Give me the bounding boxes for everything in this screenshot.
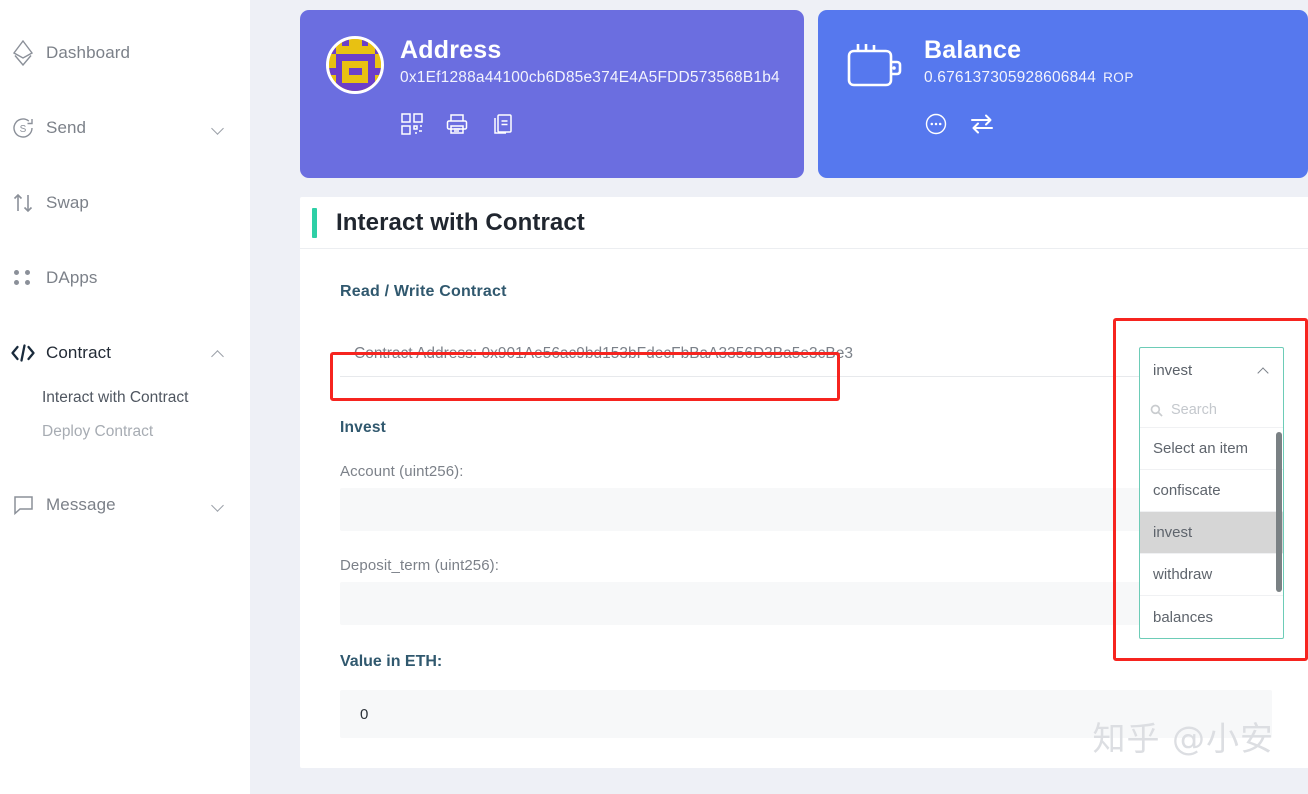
more-options-icon[interactable] bbox=[924, 112, 948, 136]
sidebar-item-message[interactable]: Message bbox=[0, 488, 250, 522]
method-dropdown[interactable]: invest Search Select an item confiscate … bbox=[1139, 347, 1284, 639]
method-dropdown-toggle[interactable]: invest bbox=[1140, 348, 1283, 393]
balance-unit: ROP bbox=[1103, 70, 1134, 85]
dropdown-option[interactable]: confiscate bbox=[1140, 470, 1283, 512]
sidebar-item-contract[interactable]: Contract bbox=[0, 336, 250, 370]
code-brackets-icon bbox=[0, 343, 46, 363]
sidebar-item-label: Dashboard bbox=[46, 43, 226, 63]
dropdown-option[interactable]: withdraw bbox=[1140, 554, 1283, 596]
contract-address-input[interactable]: Contract Address: 0x901Ae56ac9bd153bFdec… bbox=[340, 332, 1272, 377]
deposit-term-input[interactable] bbox=[340, 582, 1272, 625]
chevron-down-icon[interactable] bbox=[212, 121, 226, 135]
dropdown-option[interactable]: invest bbox=[1140, 512, 1283, 554]
chevron-up-icon[interactable] bbox=[212, 346, 226, 360]
field-label: Deposit_term (uint256): bbox=[340, 557, 1272, 574]
sidebar-item-label: Send bbox=[46, 118, 212, 138]
chevron-up-icon bbox=[1259, 365, 1270, 376]
balance-value-row: 0.676137305928606844 ROP bbox=[924, 69, 1134, 87]
sidebar-subitem-deploy-contract[interactable]: Deploy Contract bbox=[0, 415, 250, 449]
dropdown-option[interactable]: balances bbox=[1140, 596, 1283, 638]
balance-card-actions bbox=[924, 112, 1134, 136]
ethereum-diamond-icon bbox=[0, 40, 46, 66]
method-param-account: Account (uint256): bbox=[340, 463, 1272, 531]
value-in-eth-label: Value in ETH: bbox=[340, 653, 1272, 671]
search-placeholder: Search bbox=[1171, 402, 1217, 418]
balance-card-title: Balance bbox=[924, 36, 1134, 65]
send-circle-arrow-icon: S bbox=[0, 116, 46, 140]
sidebar-item-label: Swap bbox=[46, 193, 226, 213]
address-card-actions bbox=[400, 112, 780, 136]
qr-code-icon[interactable] bbox=[400, 112, 424, 136]
balance-card: Balance 0.676137305928606844 ROP bbox=[818, 10, 1308, 178]
accent-bar bbox=[312, 208, 317, 238]
field-label: Account (uint256): bbox=[340, 463, 1272, 480]
method-dropdown-selected-label: invest bbox=[1153, 362, 1192, 379]
swap-arrows-icon bbox=[0, 191, 46, 215]
panel-header: Interact with Contract bbox=[300, 197, 1308, 249]
sidebar-item-dashboard[interactable]: Dashboard bbox=[0, 36, 250, 70]
sidebar-item-swap[interactable]: Swap bbox=[0, 186, 250, 220]
watermark: 知乎 @小安 bbox=[1093, 712, 1275, 760]
sidebar-item-label: DApps bbox=[46, 268, 226, 288]
exchange-icon[interactable] bbox=[969, 112, 995, 136]
method-dropdown-search[interactable]: Search bbox=[1140, 393, 1283, 428]
dropdown-scrollbar[interactable] bbox=[1276, 432, 1282, 592]
sidebar-item-label: Message bbox=[46, 495, 212, 515]
search-icon bbox=[1150, 404, 1163, 417]
chevron-down-icon[interactable] bbox=[212, 498, 226, 512]
page-title: Interact with Contract bbox=[336, 209, 585, 237]
address-value: 0x1Ef1288a44100cb6D85e374E4A5FDD573568B1… bbox=[400, 69, 780, 87]
read-write-contract-label: Read / Write Contract bbox=[340, 283, 1272, 301]
sidebar-subnav-contract: Interact with Contract Deploy Contract bbox=[0, 381, 250, 450]
address-card-title: Address bbox=[400, 36, 780, 65]
sidebar-subitem-interact-with-contract[interactable]: Interact with Contract bbox=[0, 381, 250, 415]
sidebar: Dashboard S Send Swap bbox=[0, 0, 250, 794]
app-root: Dashboard S Send Swap bbox=[0, 0, 1308, 794]
sidebar-item-label: Contract bbox=[46, 343, 212, 363]
chat-bubble-icon bbox=[0, 493, 46, 516]
balance-value: 0.676137305928606844 bbox=[924, 69, 1096, 86]
sidebar-item-dapps[interactable]: DApps bbox=[0, 261, 250, 295]
method-section-title: Invest bbox=[340, 419, 1272, 437]
dapps-dots-icon bbox=[0, 267, 46, 289]
summary-cards: Address 0x1Ef1288a44100cb6D85e374E4A5FDD… bbox=[300, 10, 1308, 178]
account-input[interactable] bbox=[340, 488, 1272, 531]
method-dropdown-list: Select an item confiscate invest withdra… bbox=[1140, 428, 1283, 638]
svg-text:S: S bbox=[20, 124, 27, 135]
wallet-icon bbox=[844, 36, 908, 99]
print-icon[interactable] bbox=[445, 112, 469, 136]
sidebar-item-send[interactable]: S Send bbox=[0, 111, 250, 145]
address-card: Address 0x1Ef1288a44100cb6D85e374E4A5FDD… bbox=[300, 10, 804, 178]
copy-icon[interactable] bbox=[490, 112, 514, 136]
method-param-deposit-term: Deposit_term (uint256): bbox=[340, 557, 1272, 625]
dropdown-option[interactable]: Select an item bbox=[1140, 428, 1283, 470]
avatar bbox=[326, 36, 384, 94]
